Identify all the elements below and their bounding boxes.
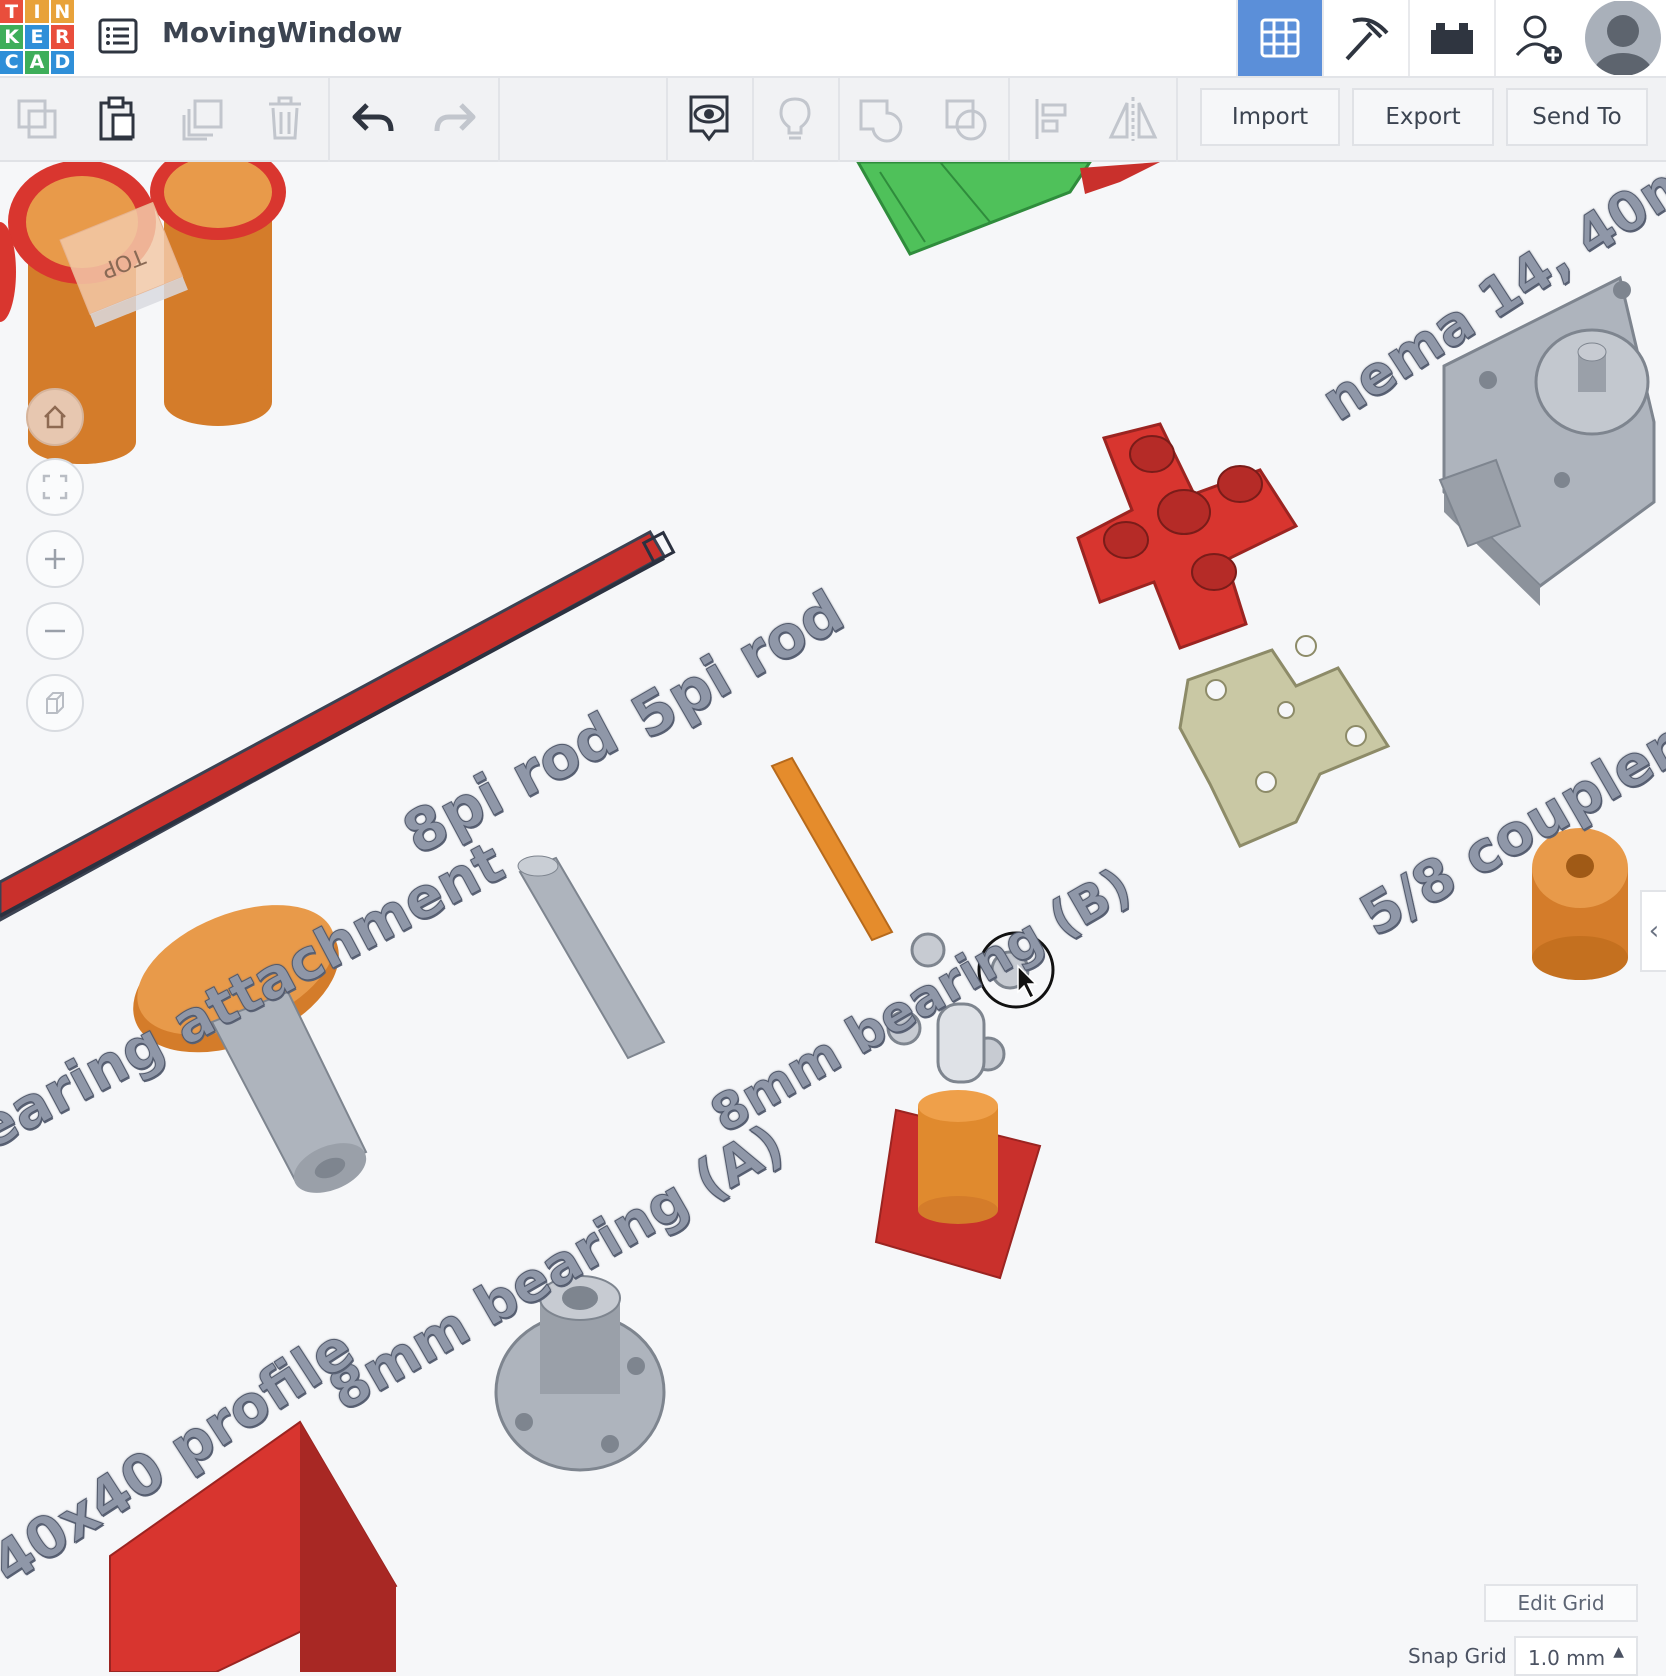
green-part[interactable] <box>858 162 1160 254</box>
align-icon[interactable] <box>1024 92 1078 146</box>
duplicate-icon[interactable] <box>176 92 230 146</box>
logo-letter: R <box>51 25 74 48</box>
zoom-out-icon[interactable] <box>26 602 84 660</box>
export-button[interactable]: Export <box>1352 88 1494 146</box>
top-bar: TIN KER CAD MovingWindow <box>0 0 1666 78</box>
collapse-panel-chevron-icon[interactable]: ‹ <box>1640 890 1666 972</box>
logo-letter: D <box>51 51 74 74</box>
workplane-canvas[interactable]: TOP <box>0 162 1666 1672</box>
design-list-icon[interactable] <box>96 14 140 58</box>
invite-user-icon[interactable] <box>1494 0 1580 76</box>
circuits-pickaxe-icon[interactable] <box>1322 0 1408 76</box>
perspective-toggle-icon[interactable] <box>26 674 84 732</box>
undo-icon[interactable] <box>346 92 400 146</box>
logo-letter: I <box>25 0 48 23</box>
aluminum-profile-part[interactable] <box>1180 636 1388 846</box>
orange-rod[interactable] <box>772 758 892 940</box>
design-title[interactable]: MovingWindow <box>162 16 403 49</box>
zoom-in-icon[interactable] <box>26 530 84 588</box>
notes-visibility-eye-icon[interactable] <box>682 92 736 146</box>
caret-up-icon: ▲ <box>1613 1644 1624 1660</box>
logo-letter: E <box>25 25 48 48</box>
logo-letter: N <box>51 0 74 23</box>
mirror-icon[interactable] <box>1106 92 1160 146</box>
send-to-button[interactable]: Send To <box>1506 88 1648 146</box>
edit-toolbar: Import Export Send To <box>0 78 1666 162</box>
copy-icon[interactable] <box>10 92 64 146</box>
import-button[interactable]: Import <box>1200 88 1340 146</box>
logo-letter: C <box>0 51 23 74</box>
logo-letter: A <box>25 51 48 74</box>
delete-trash-icon[interactable] <box>258 92 312 146</box>
grey-rod[interactable] <box>518 856 664 1058</box>
logo-letter: K <box>0 25 23 48</box>
snap-grid-label: Snap Grid <box>1408 1644 1507 1668</box>
group-icon[interactable] <box>854 92 908 146</box>
home-view-icon[interactable] <box>26 388 84 446</box>
snap-grid-select[interactable]: 1.0 mm ▲ <box>1514 1636 1638 1676</box>
snap-grid-value: 1.0 mm <box>1528 1646 1605 1670</box>
paste-icon[interactable] <box>90 92 144 146</box>
bricks-icon[interactable] <box>1408 0 1494 76</box>
ungroup-icon[interactable] <box>940 92 994 146</box>
user-avatar[interactable] <box>1580 0 1666 76</box>
lightbulb-icon[interactable] <box>768 92 822 146</box>
logo-letter: T <box>0 0 23 23</box>
3d-design-grid-icon[interactable] <box>1236 0 1322 76</box>
edit-grid-button[interactable]: Edit Grid <box>1484 1584 1638 1622</box>
fit-view-icon[interactable] <box>26 458 84 516</box>
top-nav <box>1236 0 1666 76</box>
red-plus-part[interactable] <box>1078 424 1296 648</box>
redo-icon[interactable] <box>428 92 482 146</box>
red-base-with-cylinder[interactable] <box>876 1090 1040 1278</box>
tinkercad-logo[interactable]: TIN KER CAD <box>0 0 74 74</box>
